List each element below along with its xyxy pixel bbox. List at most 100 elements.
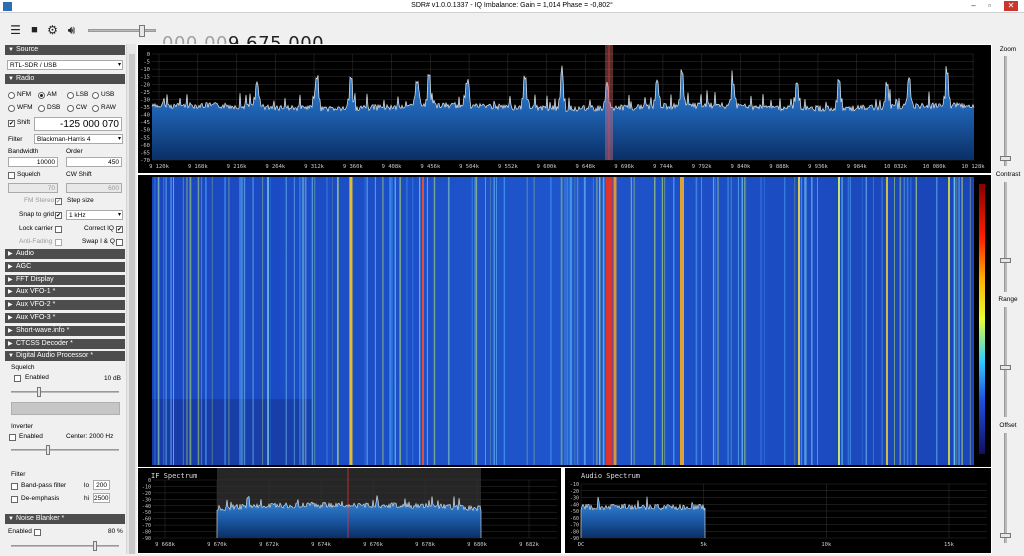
waterfall-signal-streak: [592, 177, 594, 465]
mode-radio-cw[interactable]: [67, 105, 74, 112]
waterfall-signal-streak: [211, 177, 213, 465]
section-header-fft-display[interactable]: ▶ FFT Display: [5, 274, 125, 285]
waterfall-signal-streak: [364, 177, 366, 465]
correctiq-checkbox[interactable]: ✔: [116, 226, 123, 233]
source-device-select[interactable]: RTL-SDR / USB ▾: [7, 60, 123, 70]
spectrum-db-tick: -45: [140, 120, 150, 126]
fmstereo-checkbox[interactable]: ✔: [55, 198, 62, 205]
lockcarrier-checkbox[interactable]: [55, 226, 62, 233]
section-header-audio[interactable]: ▶ Audio: [5, 249, 125, 259]
waterfall-signal-streak: [471, 177, 473, 465]
spectrum-waterfall-display[interactable]: 0-5-10-15-20-25-30-35-40-45-50-55-60-65-…: [137, 44, 992, 554]
waterfall-signal-streak: [448, 177, 450, 465]
waterfall-signal-streak: [714, 177, 716, 465]
minimize-button[interactable]: ‒: [968, 1, 979, 11]
source-section-header[interactable]: ▼ Source: [5, 45, 125, 55]
waterfall-signal-streak: [873, 177, 874, 465]
dap-section-header[interactable]: ▼ Digital Audio Processor *: [5, 351, 125, 361]
step-select[interactable]: 1 kHz ▾: [66, 210, 123, 220]
contrast-slider[interactable]: [1000, 182, 1011, 292]
stop-icon[interactable]: ■: [28, 24, 41, 37]
waterfall-signal-streak: [391, 177, 393, 465]
waterfall-signal-streak: [394, 177, 396, 465]
correctiq-label: Correct IQ: [84, 225, 114, 232]
mode-radio-dsb[interactable]: [38, 105, 45, 112]
dap-squelch-slider[interactable]: [11, 387, 119, 397]
filter-select[interactable]: Blackman-Harris 4 ▾: [34, 134, 123, 144]
bandpass-checkbox[interactable]: [11, 483, 18, 490]
scrollbar-thumb[interactable]: [129, 54, 135, 554]
restore-button[interactable]: ▫: [984, 1, 995, 11]
hi-input[interactable]: 2500: [93, 493, 110, 503]
swapiq-checkbox[interactable]: [116, 239, 123, 246]
waterfall-signal-streak: [200, 177, 203, 465]
if-spectrum-freq-tick: 9 678k: [415, 542, 436, 548]
nb-enabled-checkbox[interactable]: [34, 529, 41, 536]
mode-radio-wfm[interactable]: [8, 105, 15, 112]
waterfall-signal-streak: [673, 177, 675, 465]
speaker-icon[interactable]: 🔊︎: [65, 24, 78, 37]
spectrum-freq-tick: 9 504k: [459, 164, 480, 170]
waterfall-signal-streak: [301, 177, 304, 465]
waterfall-signal-streak: [382, 177, 384, 465]
if-spectrum-title: IF Spectrum: [151, 472, 197, 480]
if-spectrum-db-tick: -90: [142, 536, 151, 542]
range-slider[interactable]: [1000, 307, 1011, 417]
zoom-slider[interactable]: [1000, 56, 1011, 166]
mode-radio-raw[interactable]: [92, 105, 99, 112]
if-spectrum-freq-tick: 9 682k: [519, 542, 540, 548]
fmstereo-label: FM Stereo: [24, 197, 55, 204]
waterfall-signal-streak: [493, 177, 495, 465]
squelch-checkbox[interactable]: [8, 172, 15, 179]
radio-section-header[interactable]: ▼ Radio: [5, 74, 125, 84]
zoom-label: Zoom: [999, 46, 1017, 53]
if-spectrum-db-tick: -40: [142, 504, 151, 510]
section-header-agc[interactable]: ▶ AGC: [5, 261, 125, 272]
section-header-aux-vfo-2[interactable]: ▶ Aux VFO-2 *: [5, 300, 125, 311]
mode-radio-am[interactable]: [38, 92, 45, 99]
lo-input[interactable]: 200: [93, 480, 110, 490]
shift-checkbox[interactable]: ✔: [8, 120, 15, 127]
deemphasis-checkbox[interactable]: [11, 496, 18, 503]
section-header-ctcss-decoder[interactable]: ▶ CTCSS Decoder *: [5, 338, 125, 349]
section-header-aux-vfo-3[interactable]: ▶ Aux VFO-3 *: [5, 313, 125, 323]
waterfall-signal-streak: [805, 177, 807, 465]
inverter-center-slider[interactable]: [11, 445, 119, 455]
offset-slider[interactable]: [1000, 433, 1011, 543]
title-bar: SDR# v1.0.0.1337 - IQ Imbalance: Gain = …: [0, 0, 1024, 13]
inverter-enabled-checkbox[interactable]: [9, 434, 16, 441]
section-header-aux-vfo-1[interactable]: ▶ Aux VFO-1 *: [5, 287, 125, 298]
waterfall-signal-streak: [899, 177, 902, 465]
waterfall-signal-streak: [433, 177, 436, 465]
left-panel-scrollbar[interactable]: [126, 44, 136, 554]
mode-radio-nfm[interactable]: [8, 92, 15, 99]
if-spectrum-db-tick: -10: [142, 484, 151, 490]
menu-icon[interactable]: ☰: [9, 24, 22, 37]
waterfall-signal-streak: [270, 177, 271, 465]
noise-blanker-section-header[interactable]: ▼ Noise Blanker *: [5, 514, 125, 524]
spectrum-freq-tick: 9 744k: [653, 164, 674, 170]
spectrum-db-tick: -20: [140, 82, 150, 88]
audio-spectrum-db-tick: -50: [570, 509, 579, 515]
dap-squelch-enabled-checkbox[interactable]: [14, 375, 21, 382]
nb-slider[interactable]: [11, 541, 119, 551]
antifading-checkbox[interactable]: [55, 239, 62, 246]
snap-checkbox[interactable]: ✔: [55, 212, 62, 219]
volume-slider[interactable]: [88, 25, 156, 37]
close-button[interactable]: ✕: [1004, 1, 1018, 11]
squelch-input[interactable]: 70: [8, 183, 58, 193]
waterfall-signal-streak: [205, 177, 207, 465]
gear-icon[interactable]: ⚙: [46, 24, 59, 37]
bandwidth-input[interactable]: 10000: [8, 157, 58, 167]
section-header-short-wave-info[interactable]: ▶ Short-wave.info *: [5, 325, 125, 336]
waterfall-strong-signal: [680, 177, 684, 465]
mode-label-am: AM: [47, 91, 57, 98]
volume-slider-thumb[interactable]: [138, 25, 145, 37]
waterfall-signal-streak: [801, 177, 803, 465]
cwshift-input[interactable]: 600: [66, 183, 122, 193]
order-input[interactable]: 450: [66, 157, 122, 167]
shift-input[interactable]: -125 000 070: [34, 117, 122, 131]
mode-radio-usb[interactable]: [92, 92, 99, 99]
right-slider-panel: Zoom Contrast Range Offset: [992, 44, 1024, 554]
mode-radio-lsb[interactable]: [67, 92, 74, 99]
